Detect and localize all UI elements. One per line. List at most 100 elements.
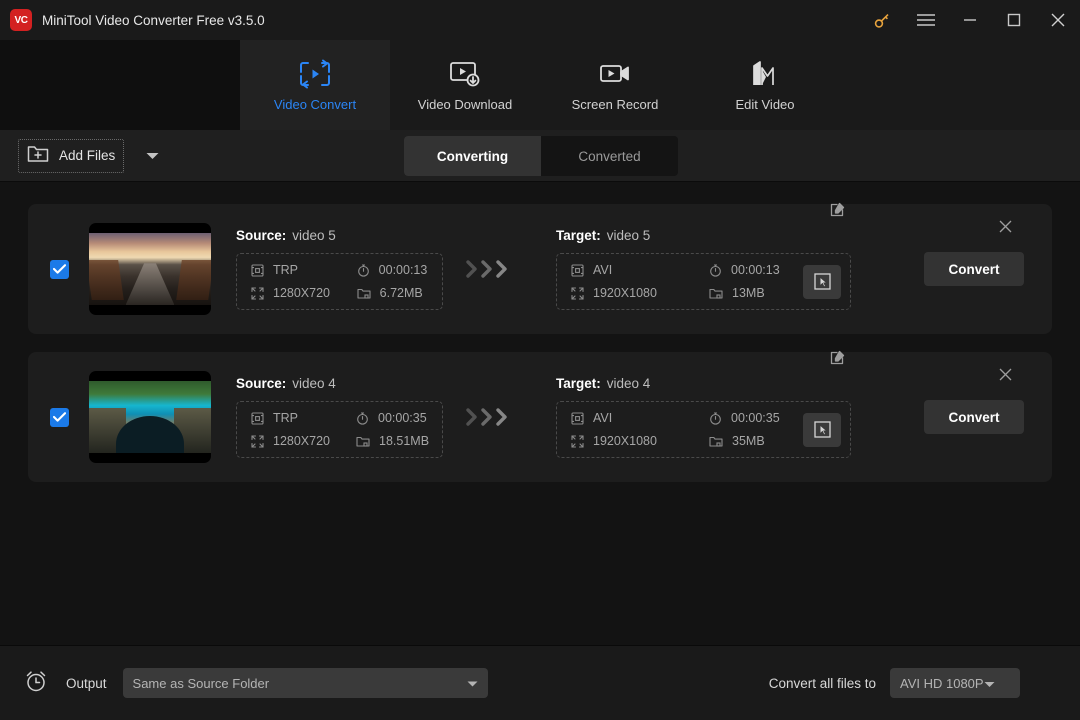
nav-item-video-convert[interactable]: Video Convert: [240, 40, 390, 130]
title-bar: VC MiniTool Video Converter Free v3.5.0: [0, 0, 1080, 40]
source-title: Source: video 4: [236, 376, 443, 391]
resolution-icon: [571, 434, 584, 448]
file-checkbox[interactable]: [50, 407, 69, 427]
nav-label-video-convert: Video Convert: [273, 97, 357, 112]
edit-target-icon[interactable]: [830, 350, 845, 370]
coastal-arch-thumbnail: [89, 371, 211, 463]
nav-item-screen-record[interactable]: Screen Record: [540, 40, 690, 130]
target-info-box: AVI 00:00:13 1920X1080 13MB: [556, 253, 851, 310]
edit-target-icon[interactable]: [830, 202, 845, 222]
target-label: Target:: [556, 228, 601, 243]
output-label: Output: [66, 675, 107, 691]
file-checkbox[interactable]: [50, 259, 69, 279]
cursor-select-icon: [813, 273, 831, 290]
maximize-icon[interactable]: [992, 0, 1036, 40]
target-format-value: AVI: [593, 263, 613, 277]
hamburger-menu-icon[interactable]: [904, 0, 948, 40]
output-folder-value: Same as Source Folder: [132, 675, 270, 691]
target-resolution-value: 1920X1080: [593, 434, 657, 448]
source-resolution-cell: 1280X720: [251, 286, 331, 300]
file-card: Source: video 5 TRP 00:00:13 1280X720 6.…: [28, 202, 1052, 334]
source-meta: Source: video 5 TRP 00:00:13 1280X720 6.…: [236, 228, 443, 310]
conversion-arrows-icon: [465, 259, 509, 279]
target-name: video 4: [606, 376, 651, 391]
source-meta: Source: video 4 TRP 00:00:35 1280X720 18…: [236, 376, 443, 458]
tab-converting[interactable]: Converting: [404, 136, 541, 176]
source-resolution-cell: 1280X720: [251, 434, 330, 448]
output-format-value: AVI HD 1080P: [900, 675, 984, 691]
format-icon: [251, 411, 264, 425]
source-size-cell: 18.51MB: [356, 434, 429, 448]
source-duration-value: 00:00:13: [378, 263, 428, 277]
resolution-icon: [571, 286, 584, 300]
source-format-cell: TRP: [251, 263, 331, 277]
file-card: Source: video 4 TRP 00:00:35 1280X720 18…: [28, 350, 1052, 482]
target-info-box: AVI 00:00:35 1920X1080 35MB: [556, 401, 851, 458]
minimize-icon[interactable]: [948, 0, 992, 40]
convert-button[interactable]: Convert: [924, 400, 1024, 434]
choose-target-button[interactable]: [803, 412, 841, 447]
conversion-arrows-icon: [465, 407, 509, 427]
file-size-icon: [356, 436, 370, 447]
screen-record-icon: [599, 58, 631, 90]
add-files-label: Add Files: [59, 148, 116, 163]
source-resolution-value: 1280X720: [273, 286, 331, 300]
choose-target-button[interactable]: [803, 264, 841, 299]
format-icon: [251, 263, 264, 277]
stopwatch-icon: [710, 411, 721, 425]
target-title: Target: video 4: [556, 376, 851, 391]
target-size-value: 35MB: [732, 434, 765, 448]
bottom-bar: Output Same as Source Folder Convert all…: [0, 645, 1080, 720]
file-size-icon: [709, 288, 723, 299]
stopwatch-icon: [710, 263, 721, 277]
target-duration-value: 00:00:13: [731, 263, 780, 277]
stopwatch-icon: [357, 263, 369, 277]
source-name: video 4: [292, 376, 336, 391]
chevron-down-icon: [984, 676, 995, 691]
nav-label-screen-record: Screen Record: [571, 97, 659, 112]
convert-button[interactable]: Convert: [924, 252, 1024, 286]
remove-file-icon[interactable]: [999, 220, 1012, 238]
format-icon: [571, 263, 584, 277]
format-icon: [571, 411, 584, 425]
target-label: Target:: [556, 376, 601, 391]
source-format-value: TRP: [273, 263, 298, 277]
tab-converted[interactable]: Converted: [541, 136, 678, 176]
source-format-cell: TRP: [251, 411, 330, 425]
source-name: video 5: [292, 228, 336, 243]
target-title: Target: video 5: [556, 228, 851, 243]
source-size-cell: 6.72MB: [357, 286, 428, 300]
file-size-icon: [357, 288, 371, 299]
close-icon[interactable]: [1036, 0, 1080, 40]
converting-converted-tabs: Converting Converted: [404, 136, 678, 176]
resolution-icon: [251, 434, 264, 448]
stopwatch-icon: [357, 411, 368, 425]
source-label: Source:: [236, 228, 287, 243]
convert-all-files-to-label: Convert all files to: [768, 675, 876, 691]
key-icon[interactable]: [860, 0, 904, 40]
source-size-value: 6.72MB: [379, 286, 423, 300]
alarm-clock-icon[interactable]: [24, 669, 48, 698]
file-toolbar: Add Files Converting Converted: [0, 130, 1080, 182]
target-meta: Target: video 5 AVI 00:00:13 1920X1080 1…: [556, 202, 851, 310]
source-duration-value: 00:00:35: [378, 411, 427, 425]
target-duration-value: 00:00:35: [731, 411, 780, 425]
output-folder-select[interactable]: Same as Source Folder: [122, 668, 488, 698]
nav-item-edit-video[interactable]: Edit Video: [690, 40, 840, 130]
file-size-icon: [709, 436, 723, 447]
target-resolution-cell: 1920X1080: [571, 286, 683, 300]
window-title: MiniTool Video Converter Free v3.5.0: [42, 12, 265, 28]
nav-label-video-download: Video Download: [417, 97, 513, 112]
nav-item-video-download[interactable]: Video Download: [390, 40, 540, 130]
add-files-dropdown-caret[interactable]: [140, 141, 165, 171]
remove-file-icon[interactable]: [999, 368, 1012, 386]
nav-label-edit-video: Edit Video: [735, 97, 795, 112]
output-format-select[interactable]: AVI HD 1080P: [890, 668, 1020, 698]
nav-right-pad: [840, 40, 1080, 130]
add-files-button[interactable]: Add Files: [18, 138, 125, 173]
source-format-value: TRP: [273, 411, 298, 425]
target-meta: Target: video 4 AVI 00:00:35 1920X1080 3…: [556, 350, 851, 458]
app-logo: VC: [10, 9, 32, 31]
file-list: Source: video 5 TRP 00:00:13 1280X720 6.…: [0, 182, 1080, 645]
video-convert-icon: [298, 58, 332, 90]
